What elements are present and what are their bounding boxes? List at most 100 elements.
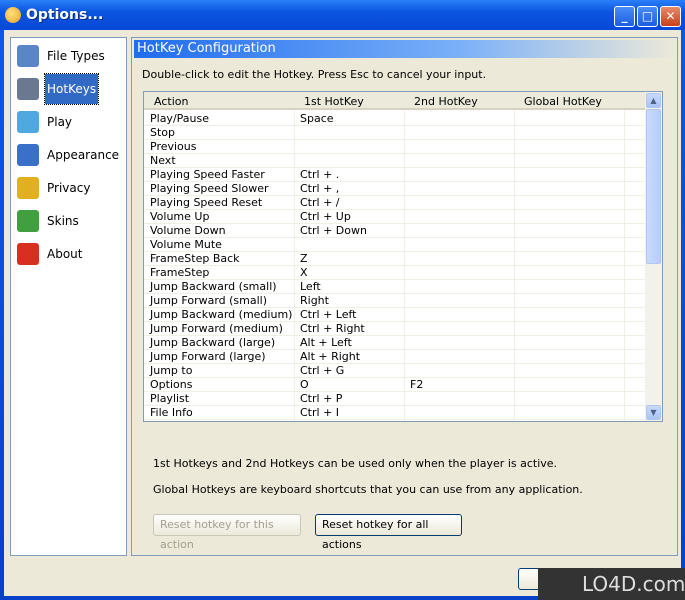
cell-1st-hotkey: O [300, 378, 309, 391]
cell-action: Jump to [150, 364, 193, 377]
app-icon [5, 7, 21, 23]
watermark-logo: LO4D.com [538, 568, 685, 600]
options-window: Options... _ □ ✕ File Types HotKeys Play Ap… [0, 0, 685, 600]
cell-1st-hotkey: Ctrl + Left [300, 308, 357, 321]
sidebar-item-file-types[interactable]: File Types [15, 41, 121, 71]
table-row[interactable]: File Info Ctrl + I [144, 406, 646, 420]
sidebar-item-label: About [47, 247, 83, 261]
cell-1st-hotkey: Ctrl + Down [300, 224, 367, 237]
table-row[interactable]: Stop [144, 126, 646, 140]
appearance-icon [17, 144, 39, 166]
column-1st-hotkey[interactable]: 1st HotKey [304, 95, 364, 108]
monitor-icon [17, 111, 39, 133]
sidebar-item-label: Skins [47, 214, 79, 228]
table-row[interactable]: Jump Forward (medium) Ctrl + Right [144, 322, 646, 336]
sidebar-item-label: Appearance [47, 148, 120, 162]
column-global-hotkey[interactable]: Global HotKey [524, 95, 602, 108]
sidebar-item-label: File Types [47, 49, 105, 63]
cell-action: Options [150, 378, 193, 391]
scroll-thumb[interactable] [646, 109, 661, 264]
sidebar-item-label: Play [47, 115, 73, 129]
cell-1st-hotkey: Right [300, 294, 329, 307]
help-icon [17, 243, 39, 265]
cell-action: Volume Up [150, 210, 210, 223]
cell-1st-hotkey: Ctrl + / [300, 196, 340, 209]
sidebar: File Types HotKeys Play Appearance Privacy Sk… [10, 37, 127, 556]
cell-action: Jump Backward (medium) [150, 308, 293, 321]
reset-this-action-button[interactable]: Reset hotkey for this action [153, 514, 301, 551]
cell-action: Playing Speed Slower [150, 182, 269, 195]
title-bar: Options... _ □ ✕ [0, 0, 685, 30]
tools-icon [17, 78, 39, 100]
dialog-body: File Types HotKeys Play Appearance Privacy Sk… [4, 30, 681, 596]
sidebar-item-label: Privacy [47, 181, 91, 195]
sidebar-item-hotkeys[interactable]: HotKeys [15, 73, 121, 105]
minimize-button[interactable]: _ [614, 6, 635, 27]
sidebar-item-skins[interactable]: Skins [15, 206, 121, 236]
table-row[interactable]: Jump Backward (small) Left [144, 280, 646, 294]
cell-1st-hotkey: Left [300, 280, 321, 293]
cell-action: Jump Forward (medium) [150, 322, 283, 335]
cell-1st-hotkey: Z [300, 252, 308, 265]
table-row[interactable]: Playing Speed Slower Ctrl + , [144, 182, 646, 196]
table-row[interactable]: Next [144, 154, 646, 168]
cell-1st-hotkey: Alt + Left [300, 336, 352, 349]
lock-icon [17, 177, 39, 199]
sidebar-item-appearance[interactable]: Appearance [15, 140, 121, 170]
hotkey-panel: HotKey Configuration Double-click to edi… [131, 37, 678, 556]
cell-1st-hotkey: X [300, 266, 308, 279]
cell-action: Stop [150, 126, 176, 139]
note-global-hotkeys: Global Hotkeys are keyboard shortcuts th… [153, 483, 583, 496]
reset-all-actions-button[interactable]: Reset hotkey for all actions [315, 514, 462, 551]
table-row[interactable]: Play/Pause Space [144, 112, 646, 126]
column-action[interactable]: Action [154, 95, 188, 108]
cell-action: FrameStep [150, 266, 210, 279]
column-2nd-hotkey[interactable]: 2nd HotKey [414, 95, 478, 108]
cell-1st-hotkey: Ctrl + . [300, 168, 340, 181]
panel-header: HotKey Configuration [134, 40, 675, 58]
note-player-active: 1st Hotkeys and 2nd Hotkeys can be used … [153, 457, 558, 470]
table-row[interactable]: Playing Speed Reset Ctrl + / [144, 196, 646, 210]
table-row[interactable]: Jump Backward (medium) Ctrl + Left [144, 308, 646, 322]
table-row[interactable]: Jump to Ctrl + G [144, 364, 646, 378]
table-row[interactable]: Volume Mute [144, 238, 646, 252]
table-row[interactable]: Previous [144, 140, 646, 154]
hotkey-table: Action 1st HotKey 2nd HotKey Global HotK… [143, 91, 663, 422]
table-row[interactable]: Jump Backward (large) Alt + Left [144, 336, 646, 350]
scroll-down-button[interactable]: ▼ [646, 405, 661, 420]
cell-1st-hotkey: Ctrl + Up [300, 210, 351, 223]
sidebar-item-label: HotKeys [43, 73, 100, 105]
sidebar-item-play[interactable]: Play [15, 107, 121, 137]
cell-action: Jump Backward (large) [150, 336, 276, 349]
table-row[interactable]: Playing Speed Faster Ctrl + . [144, 168, 646, 182]
users-icon [17, 210, 39, 232]
maximize-button[interactable]: □ [637, 6, 658, 27]
scroll-up-button[interactable]: ▲ [646, 93, 661, 108]
cell-1st-hotkey: Ctrl + Right [300, 322, 365, 335]
table-row[interactable]: Options O F2 [144, 378, 646, 392]
table-row[interactable]: Volume Up Ctrl + Up [144, 210, 646, 224]
cell-action: File Info [150, 406, 193, 419]
vertical-scrollbar[interactable]: ▲ ▼ [645, 92, 662, 421]
sidebar-item-about[interactable]: About [15, 239, 121, 269]
cell-1st-hotkey: Ctrl + , [300, 182, 340, 195]
table-row[interactable]: FrameStep X [144, 266, 646, 280]
window-title: Options... [26, 7, 104, 23]
cell-2nd-hotkey: F2 [410, 378, 424, 391]
cell-action: Volume Down [150, 224, 226, 237]
cell-action: Playlist [150, 392, 190, 405]
cell-action: Playing Speed Faster [150, 168, 265, 181]
cell-action: Jump Backward (small) [150, 280, 277, 293]
table-row[interactable]: FrameStep Back Z [144, 252, 646, 266]
table-row[interactable]: Jump Forward (large) Alt + Right [144, 350, 646, 364]
cell-action: Jump Forward (large) [150, 350, 266, 363]
cell-action: Next [150, 154, 176, 167]
cell-action: Previous [150, 140, 197, 153]
table-row[interactable]: Playlist Ctrl + P [144, 392, 646, 406]
table-row[interactable]: Volume Down Ctrl + Down [144, 224, 646, 238]
sidebar-item-privacy[interactable]: Privacy [15, 173, 121, 203]
table-row[interactable]: Jump Forward (small) Right [144, 294, 646, 308]
file-types-icon [17, 45, 39, 67]
close-button[interactable]: ✕ [660, 6, 681, 27]
cell-action: Volume Mute [150, 238, 222, 251]
